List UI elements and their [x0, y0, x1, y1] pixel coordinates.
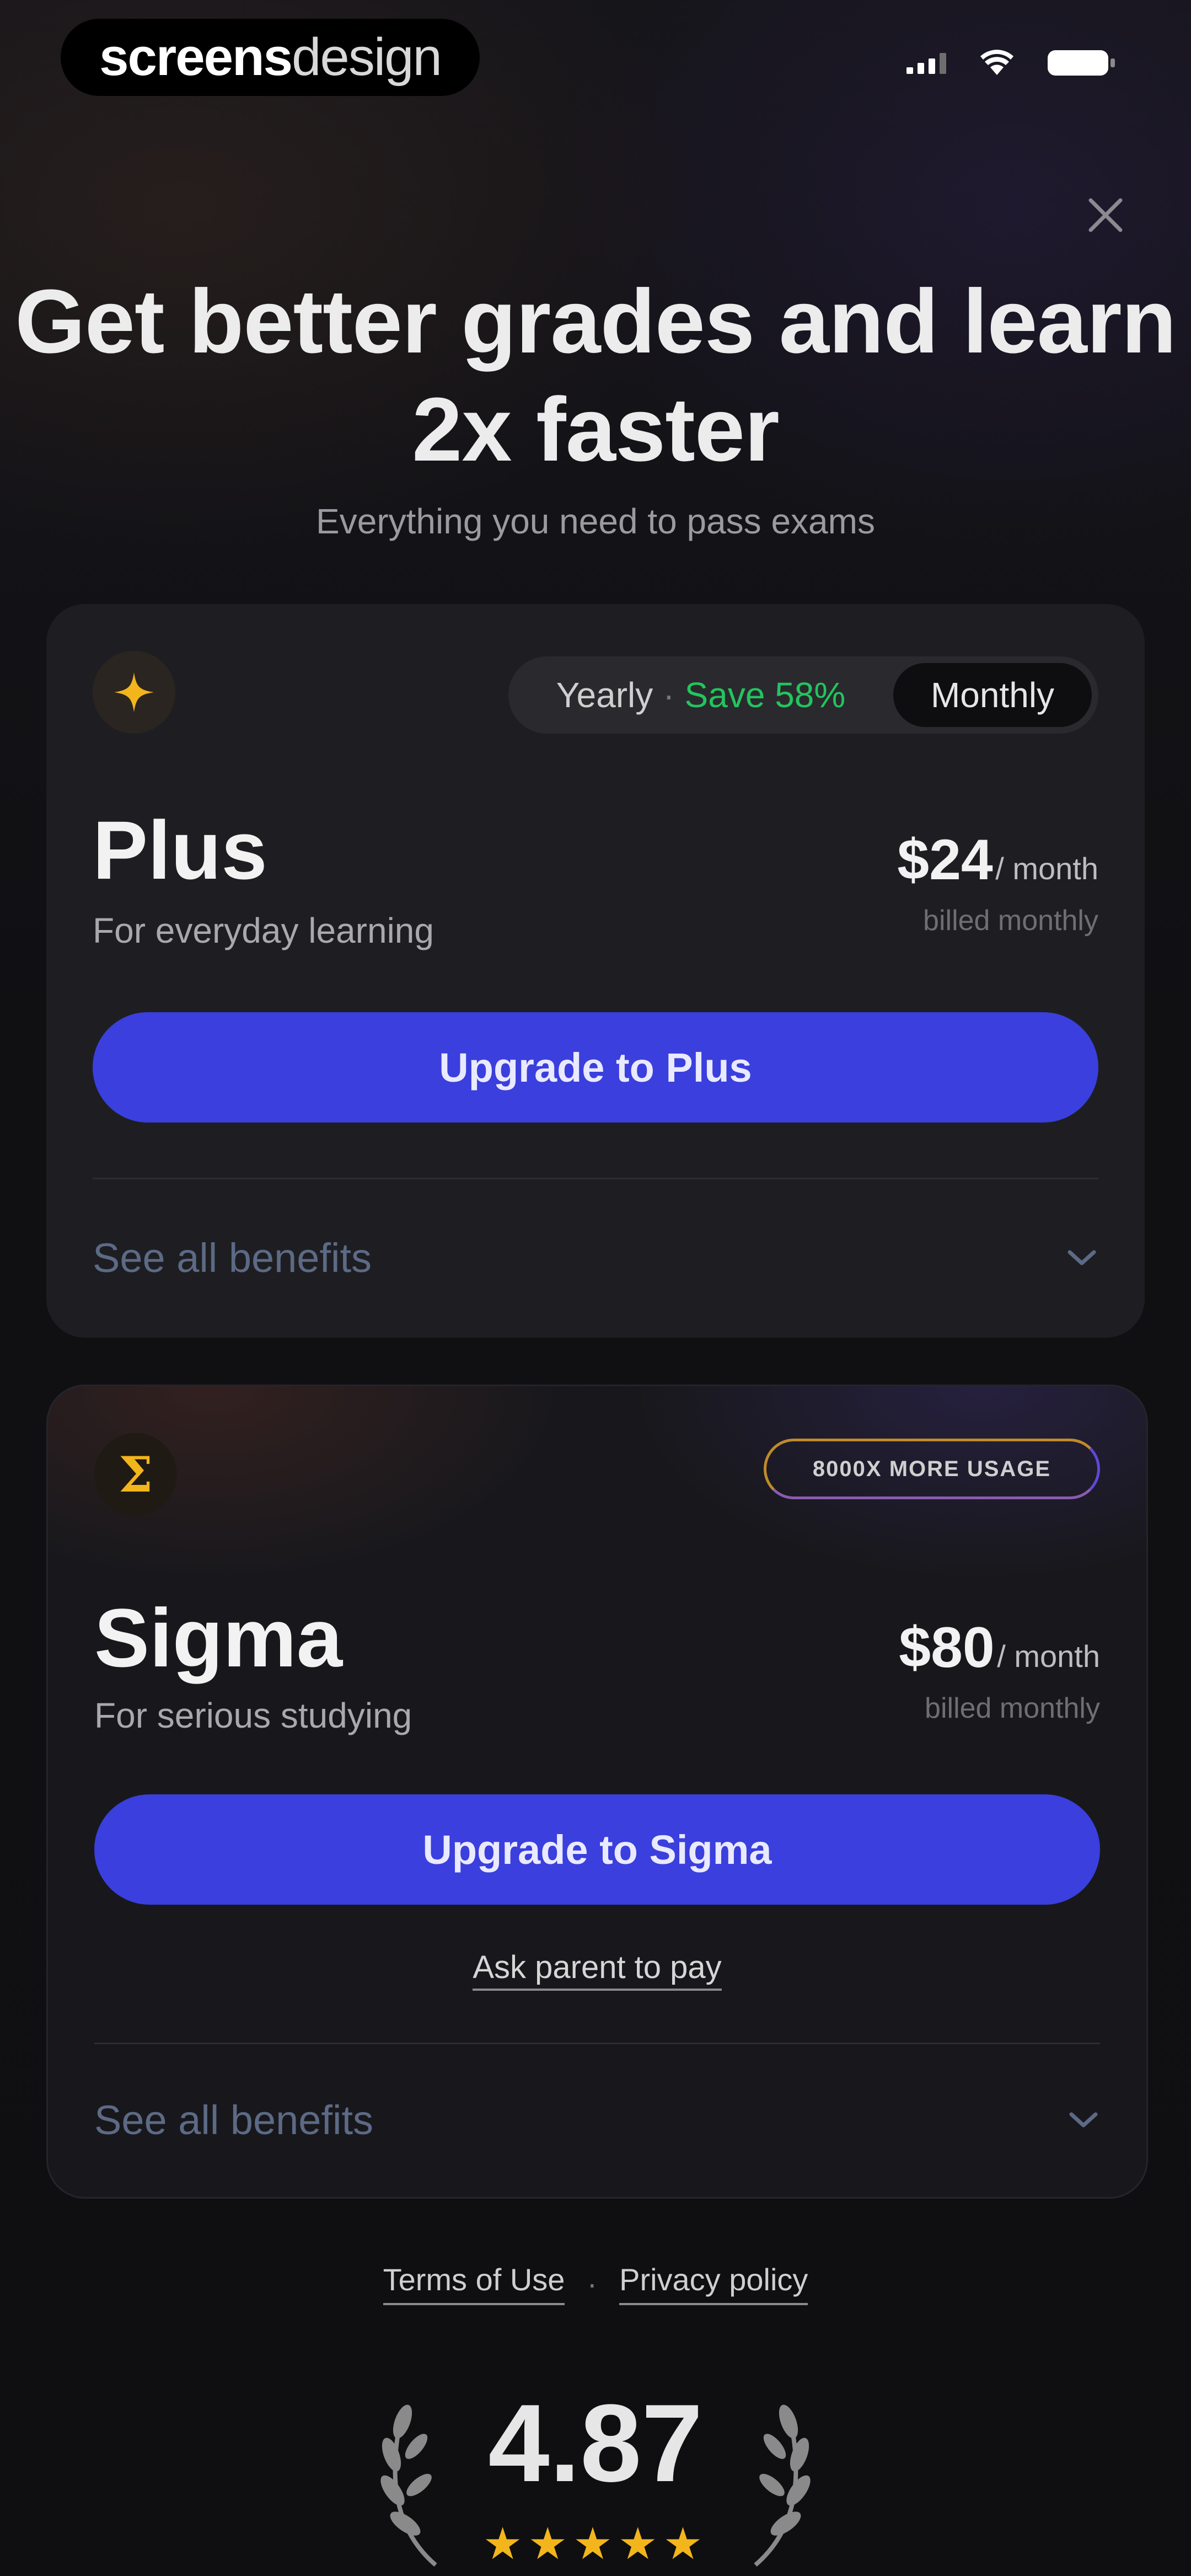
battery-icon — [1048, 50, 1115, 76]
divider — [94, 2043, 1100, 2044]
billed-note: billed monthly — [923, 905, 1098, 937]
price-period: / month — [995, 851, 1098, 886]
price-block: $24 / month billed monthly — [897, 827, 1098, 937]
upgrade-sigma-button[interactable]: Upgrade to Sigma — [94, 1794, 1100, 1905]
ask-parent-to-pay-link[interactable]: Ask parent to pay — [473, 1949, 722, 1991]
save-badge: Save 58% — [684, 675, 846, 715]
toggle-monthly[interactable]: Monthly — [893, 663, 1092, 727]
see-all-benefits-plus[interactable]: See all benefits — [93, 1219, 1098, 1296]
star-icon: ★ — [528, 2519, 573, 2568]
chevron-down-icon — [1067, 1250, 1096, 1265]
terms-of-use-link[interactable]: Terms of Use — [383, 2262, 565, 2305]
close-button[interactable] — [1081, 190, 1130, 240]
sparkle-icon — [93, 651, 175, 734]
price-amount: $80 — [899, 1616, 995, 1680]
toggle-separator: · — [663, 675, 675, 715]
app-rating: 4.87 ★★★★★ — [0, 2383, 1191, 2576]
legal-separator: · — [587, 2266, 598, 2301]
plan-name: Plus — [93, 804, 267, 896]
upgrade-plus-button[interactable]: Upgrade to Plus — [93, 1012, 1098, 1123]
chevron-down-icon — [1069, 2112, 1098, 2128]
ask-parent-to-pay-row: Ask parent to pay — [48, 1949, 1146, 1991]
price-period: / month — [997, 1639, 1100, 1674]
plan-description: For everyday learning — [93, 911, 434, 950]
plan-card-plus: Yearly · Save 58% Monthly Plus For every… — [46, 604, 1145, 1338]
plan-card-sigma: Σ 8000X MORE USAGE Sigma For serious stu… — [46, 1385, 1148, 2199]
star-icon: ★ — [663, 2519, 709, 2568]
wifi-icon — [979, 50, 1015, 76]
usage-badge: 8000X MORE USAGE — [764, 1439, 1100, 1499]
legal-links: Terms of Use · Privacy policy — [0, 2262, 1191, 2305]
watermark-bold: screens — [99, 28, 293, 87]
cellular-signal-icon — [906, 52, 946, 74]
close-icon — [1088, 198, 1123, 232]
sigma-icon: Σ — [94, 1433, 177, 1516]
star-icon: ★ — [482, 2519, 528, 2568]
star-icon: ★ — [573, 2519, 618, 2568]
rating-value: 4.87 — [488, 2382, 703, 2505]
price-amount: $24 — [897, 828, 993, 892]
toggle-yearly[interactable]: Yearly · Save 58% — [508, 656, 893, 734]
privacy-policy-link[interactable]: Privacy policy — [619, 2262, 808, 2305]
star-rating: ★★★★★ — [0, 2518, 1191, 2569]
status-bar: screens design — [0, 0, 1191, 116]
billing-period-toggle: Yearly · Save 58% Monthly — [508, 656, 1098, 734]
benefits-label: See all benefits — [94, 2097, 374, 2143]
star-icon: ★ — [618, 2519, 663, 2568]
yearly-label: Yearly — [556, 675, 653, 715]
watermark-light: design — [292, 28, 442, 87]
price-block: $80 / month billed monthly — [899, 1615, 1100, 1725]
page-title: Get better grades and learn 2x faster — [15, 271, 1177, 480]
billed-note: billed monthly — [925, 1692, 1100, 1724]
plan-description: For serious studying — [94, 1696, 412, 1735]
plan-name: Sigma — [94, 1591, 343, 1684]
screensdesign-watermark: screens design — [61, 19, 480, 96]
benefits-label: See all benefits — [93, 1234, 372, 1281]
divider — [93, 1178, 1098, 1179]
page-subtitle: Everything you need to pass exams — [316, 501, 875, 541]
status-icons — [906, 50, 1115, 76]
see-all-benefits-sigma[interactable]: See all benefits — [94, 2081, 1100, 2158]
